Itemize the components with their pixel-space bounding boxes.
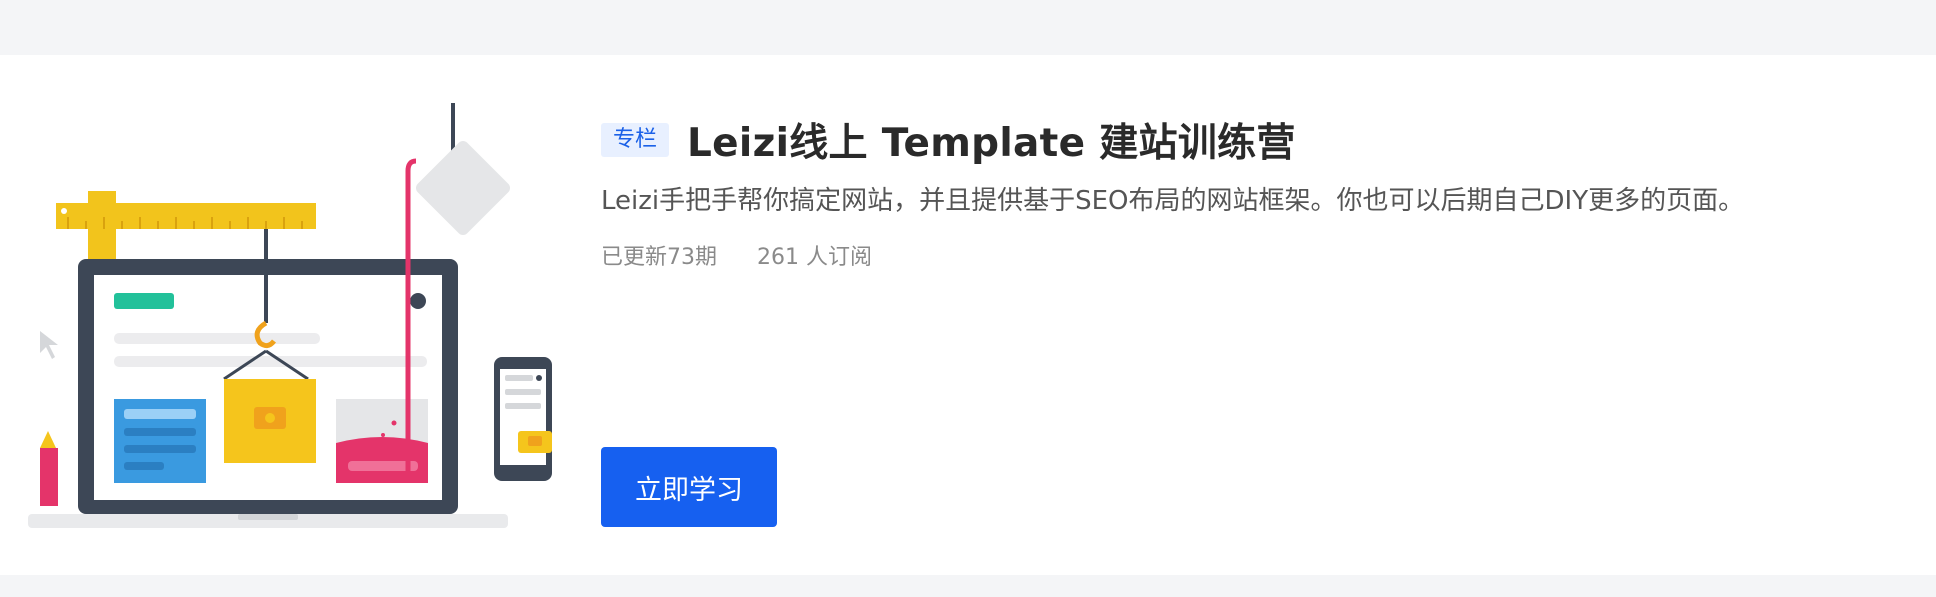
- subscriber-count: 261 人订阅: [757, 245, 872, 270]
- update-count: 已更新73期: [601, 245, 717, 270]
- course-card: 专栏 Leizi线上 Template 建站训练营 Leizi手把手帮你搞定网站…: [0, 55, 1936, 575]
- start-learning-button[interactable]: 立即学习: [601, 447, 777, 527]
- course-description: Leizi手把手帮你搞定网站，并且提供基于SEO布局的网站框架。你也可以后期自己…: [601, 186, 1745, 216]
- course-meta: 已更新73期 261 人订阅: [601, 239, 1896, 271]
- website-building-illustration: [28, 103, 558, 543]
- course-title[interactable]: Leizi线上 Template 建站训练营: [687, 112, 1296, 168]
- column-tag: 专栏: [601, 123, 670, 157]
- page: 专栏 Leizi线上 Template 建站训练营 Leizi手把手帮你搞定网站…: [0, 0, 1936, 597]
- title-row: 专栏 Leizi线上 Template 建站训练营: [601, 111, 1896, 169]
- course-info: 专栏 Leizi线上 Template 建站训练营 Leizi手把手帮你搞定网站…: [601, 111, 1896, 271]
